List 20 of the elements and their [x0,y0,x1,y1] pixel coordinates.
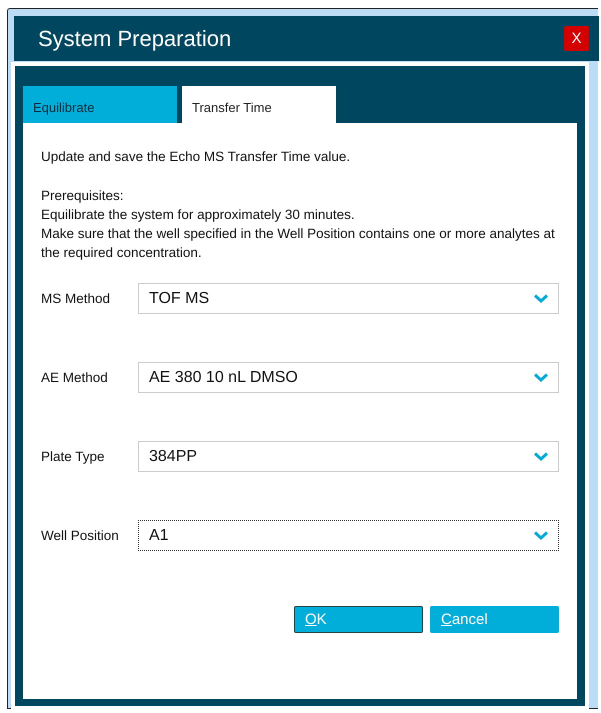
field-label: Plate Type [41,449,106,464]
prerequisite-text: Prerequisites: [41,187,125,205]
chevron-down-icon [534,531,548,540]
chevron-down-icon [534,373,548,382]
tab[interactable]: Equilibrate [23,86,177,123]
dropdown-field[interactable]: 384PP [138,441,559,472]
chevron-down-icon [534,452,548,461]
dropdown-field[interactable]: A1 [138,520,559,551]
field-label: Well Position [41,528,120,543]
field-label: MS Method [41,291,112,306]
tab[interactable]: Transfer Time [182,86,336,123]
chevron-down-icon [534,294,548,303]
field-label: AE Method [41,370,109,385]
close-button[interactable]: X [564,26,589,51]
prerequisite-text: Equilibrate the system for approximately 30 minutes. [41,206,356,224]
dropdown-field[interactable]: AE 380 10 nL DMSO [138,362,559,393]
window-title: System Preparation [38,26,232,52]
prerequisite-text: Make sure that the well specified in the Well Position contains one or more analytes at the required concentration. [41,225,556,262]
dropdown-field[interactable]: TOF MS [138,283,559,314]
intro-text: Update and save the Echo MS Transfer Time value. [41,149,352,164]
